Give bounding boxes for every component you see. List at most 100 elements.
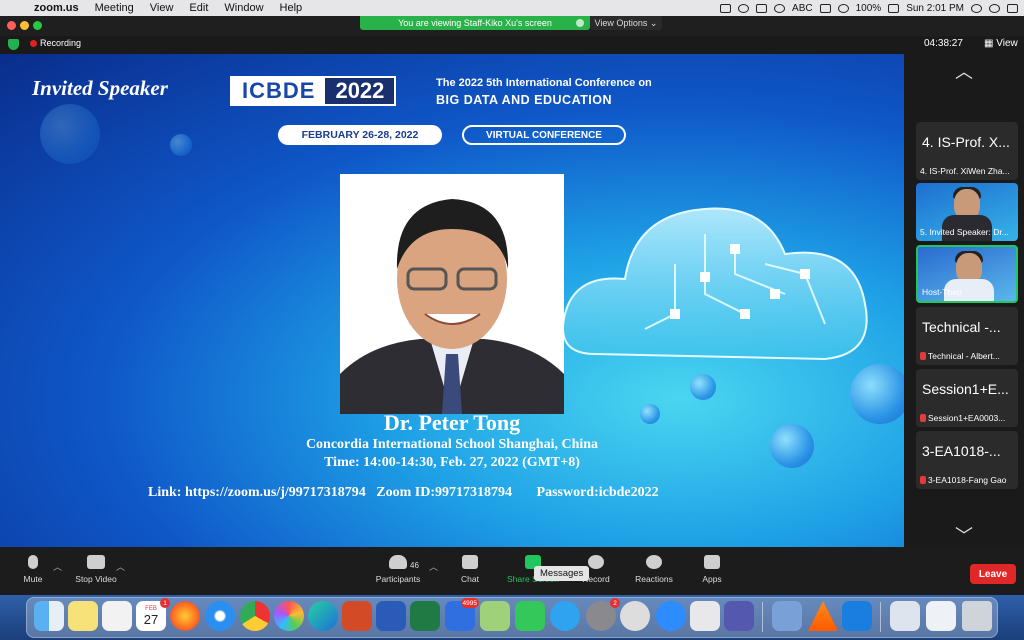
participant-tile[interactable]: 4. IS-Prof. X... 4. IS-Prof. XiWen Zha..… — [916, 122, 1018, 180]
zoom-app-icon[interactable] — [656, 601, 686, 631]
mute-label: Mute — [23, 574, 43, 584]
participant-tile[interactable]: Session1+E... Session1+EA0003... — [916, 369, 1018, 427]
participant-name-text: Host-Theo — [922, 287, 962, 297]
mic-muted-icon — [920, 352, 926, 360]
airplay-icon[interactable] — [819, 3, 831, 13]
video-options-caret-icon[interactable]: ︿ — [116, 560, 125, 573]
downloads-stack-icon[interactable] — [890, 601, 920, 631]
dock-separator — [880, 602, 881, 632]
video-camera-icon — [87, 555, 105, 569]
fullscreen-window-button[interactable] — [33, 21, 42, 30]
wifi-icon[interactable] — [774, 3, 786, 13]
preferences-badge: 2 — [610, 598, 620, 608]
volume-icon[interactable] — [837, 3, 849, 13]
battery-icon[interactable] — [888, 3, 900, 13]
menu-window[interactable]: Window — [216, 2, 271, 14]
calendar-badge: 1 — [160, 598, 170, 608]
security-shield-icon[interactable] — [8, 39, 19, 50]
virtual-conference-pill: VIRTUAL CONFERENCE — [462, 125, 626, 145]
meeting-link-info: Link: https://zoom.us/j/99717318794 Zoom… — [148, 485, 659, 500]
recording-indicator[interactable]: Recording — [30, 38, 81, 48]
apps-button[interactable]: Apps — [682, 555, 742, 584]
leave-meeting-button[interactable]: Leave — [970, 564, 1016, 584]
participant-tile[interactable]: 3-EA1018-... 3-EA1018-Fang Gao — [916, 431, 1018, 489]
excel-icon[interactable] — [410, 601, 440, 631]
participant-name-text: Session1+EA0003... — [928, 413, 1006, 423]
system-preferences-icon[interactable]: 2 — [586, 598, 620, 631]
menu-clock[interactable]: Sun 2:01 PM — [906, 3, 964, 14]
cloud-status-icon[interactable] — [756, 3, 768, 13]
participant-video-tile[interactable]: 5. Invited Speaker: Dr... — [916, 183, 1018, 241]
siri-icon[interactable] — [989, 3, 1000, 13]
facetime-icon[interactable] — [515, 601, 545, 631]
speaker-photo — [340, 174, 564, 414]
firefox-icon[interactable] — [170, 601, 200, 631]
star-app-icon[interactable] — [620, 601, 650, 631]
participant-video-tile-active[interactable]: Host-Theo — [916, 245, 1018, 303]
view-layout-label: View — [996, 38, 1018, 49]
finder-icon[interactable] — [34, 601, 64, 631]
outlook-icon[interactable]: 4995 — [445, 598, 479, 631]
view-options-button[interactable]: View Options ⌄ — [590, 16, 662, 30]
participant-name-label: 5. Invited Speaker: Dr... — [920, 227, 1016, 237]
shared-screen: Invited Speaker ICBDE 2022 The 2022 5th … — [0, 54, 904, 547]
trash-icon[interactable] — [962, 601, 992, 631]
input-source-label[interactable]: ABC — [792, 3, 813, 14]
chat-bubble-icon — [462, 555, 478, 569]
word-icon[interactable] — [376, 601, 406, 631]
audio-options-caret-icon[interactable]: ︿ — [53, 560, 62, 573]
participants-options-caret-icon[interactable]: ︿ — [429, 560, 438, 573]
menu-app-name[interactable]: zoom.us — [26, 2, 87, 14]
participant-tile[interactable]: Technical -... Technical - Albert... — [916, 307, 1018, 365]
chrome-icon[interactable] — [240, 601, 270, 631]
onedrive-icon[interactable] — [842, 601, 872, 631]
roblox-icon[interactable] — [690, 601, 720, 631]
spotlight-search-icon[interactable] — [971, 3, 982, 13]
documents-stack-icon[interactable] — [926, 601, 956, 631]
participant-name-text: 3-EA1018-Fang Gao — [928, 475, 1007, 485]
preview-icon[interactable] — [772, 601, 802, 631]
messages-icon[interactable] — [550, 601, 580, 631]
mic-muted-icon — [920, 414, 926, 422]
menu-view[interactable]: View — [142, 2, 182, 14]
apps-label: Apps — [702, 574, 722, 584]
menu-bar: zoom.us Meeting View Edit Window Help AB… — [0, 0, 1024, 16]
conference-title-line1: The 2022 5th International Conference on — [436, 77, 652, 89]
chat-button[interactable]: Chat — [440, 555, 500, 584]
menu-help[interactable]: Help — [272, 2, 311, 14]
dock-separator — [762, 602, 763, 632]
dropbox-icon[interactable] — [738, 3, 750, 13]
edge-icon[interactable] — [308, 601, 338, 631]
participant-count: 46 — [410, 561, 419, 570]
participant-display-name: 4. IS-Prof. X... — [922, 134, 1010, 150]
reactions-label: Reactions — [635, 574, 673, 584]
safari-icon[interactable] — [205, 601, 235, 631]
reminders-icon[interactable] — [102, 601, 132, 631]
participants-icon — [389, 555, 407, 569]
calendar-icon[interactable]: FEB 27 1 — [136, 598, 170, 631]
menu-edit[interactable]: Edit — [181, 2, 216, 14]
participant-display-name: Session1+E... — [922, 381, 1009, 397]
minimize-window-button[interactable] — [20, 21, 29, 30]
meeting-top-bar — [0, 36, 1024, 54]
chevron-up-icon[interactable]: ︿ — [955, 58, 973, 84]
reactions-button[interactable]: Reactions — [624, 555, 684, 584]
participant-display-name: 3-EA1018-... — [922, 443, 1001, 459]
powerpoint-icon[interactable] — [342, 601, 372, 631]
zoom-status-icon[interactable] — [720, 3, 732, 13]
photos-icon[interactable] — [274, 601, 304, 631]
meeting-timer: 04:38:27 — [924, 38, 963, 49]
microphone-icon — [28, 555, 38, 569]
mic-muted-icon — [920, 476, 926, 484]
participants-button[interactable]: Participants — [368, 555, 428, 584]
notes-icon[interactable] — [68, 601, 98, 631]
menu-meeting[interactable]: Meeting — [87, 2, 142, 14]
maps-icon[interactable] — [480, 601, 510, 631]
view-layout-button[interactable]: ▦ View — [984, 38, 1018, 49]
control-center-icon[interactable] — [1007, 3, 1018, 13]
teams-icon[interactable] — [724, 601, 754, 631]
messages-tooltip: Messages — [534, 566, 590, 581]
close-window-button[interactable] — [7, 21, 16, 30]
chevron-down-icon[interactable]: ﹀ — [955, 522, 973, 548]
mail-badge: 4995 — [460, 598, 479, 608]
